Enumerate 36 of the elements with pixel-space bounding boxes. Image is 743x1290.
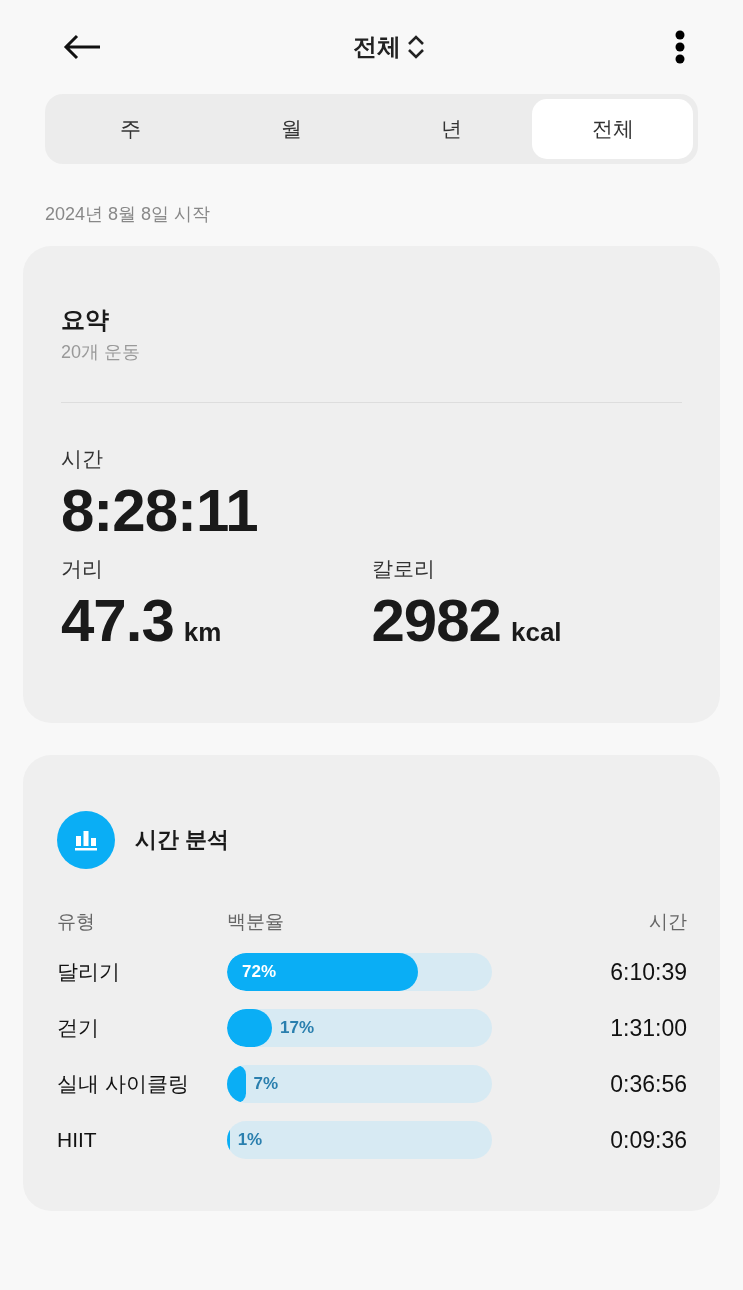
back-arrow-icon[interactable] xyxy=(62,34,102,60)
total-time: 8:28:11 xyxy=(61,481,259,541)
column-header: 백분율 xyxy=(227,910,285,934)
distance-unit: km xyxy=(183,617,222,648)
summary-title: 요약 xyxy=(61,305,110,335)
sort-chevron-icon[interactable] xyxy=(406,34,425,60)
period-tab[interactable]: 년 xyxy=(371,99,533,159)
header-title[interactable]: 전체 xyxy=(352,31,401,63)
period-tab[interactable]: 주 xyxy=(50,99,211,159)
period-tab[interactable]: 월 xyxy=(210,99,372,159)
more-icon[interactable] xyxy=(675,30,685,64)
workout-count: 20개 운동 xyxy=(61,341,142,364)
percentage-text: 17% xyxy=(280,1017,315,1039)
column-header: 유형 xyxy=(57,910,96,934)
bar-chart-icon xyxy=(57,811,115,869)
time-label: 시간 xyxy=(61,446,104,472)
start-date-text: 2024년 8월 8일 시작 xyxy=(45,204,211,224)
calories-label: 칼로리 xyxy=(371,556,436,582)
workout-time: 6:10:39 xyxy=(609,958,687,986)
column-header: 시간 xyxy=(648,910,687,934)
distance-value: 47.3 xyxy=(61,591,174,651)
workout-time: 0:09:36 xyxy=(609,1126,687,1154)
workout-type: 실내 사이클링 xyxy=(57,1071,190,1097)
section-title: 시간 분석 xyxy=(135,826,230,854)
workout-type: 걷기 xyxy=(57,1015,100,1041)
percentage-text: 72% xyxy=(242,961,277,983)
percentage-text: 1% xyxy=(237,1129,263,1151)
calories-value: 2982 xyxy=(371,591,501,651)
workout-time: 0:36:56 xyxy=(609,1070,687,1098)
distance-label: 거리 xyxy=(61,556,104,582)
workout-time: 1:31:00 xyxy=(609,1014,687,1042)
percentage-text: 7% xyxy=(253,1073,279,1095)
period-tab[interactable]: 전체 xyxy=(532,99,693,159)
workout-type: 달리기 xyxy=(57,959,121,985)
calories-unit: kcal xyxy=(511,617,562,648)
workout-type: HIIT xyxy=(57,1128,98,1152)
